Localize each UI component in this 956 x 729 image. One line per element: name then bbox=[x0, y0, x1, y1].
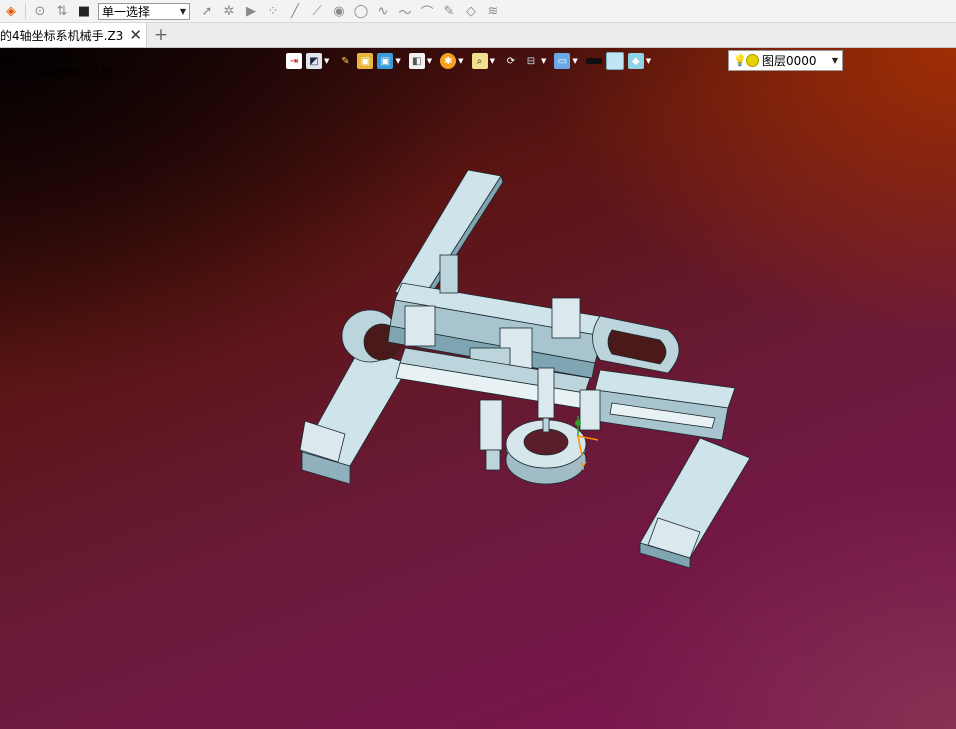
selection-mode-dropdown[interactable]: 单一选择 ▼ bbox=[98, 2, 190, 20]
play-icon[interactable]: ▶ bbox=[242, 2, 260, 20]
point-icon[interactable]: ⁘ bbox=[264, 2, 282, 20]
material-icon[interactable]: ◆ bbox=[627, 53, 644, 69]
hint-line-2: ·按鼠标中键继续显示。 bbox=[0, 66, 124, 80]
select-filter-icon[interactable]: ⊙ bbox=[31, 2, 49, 20]
layers-icon[interactable]: ≋ bbox=[484, 2, 502, 20]
color-light-icon[interactable] bbox=[605, 52, 624, 70]
draw-icon[interactable]: ✎ bbox=[440, 2, 458, 20]
app-logo-icon[interactable]: ◈ bbox=[2, 2, 20, 20]
pointer-icon[interactable]: ➚ bbox=[198, 2, 216, 20]
arc-icon[interactable]: ⌒ bbox=[418, 2, 436, 21]
robot-arm-model[interactable]: Y bbox=[0, 48, 956, 729]
surface-icon[interactable]: ◇ bbox=[462, 2, 480, 20]
3d-viewport[interactable]: Y bbox=[0, 48, 956, 729]
pencil-icon[interactable]: ✎ bbox=[337, 53, 353, 69]
hint-line-1: 重新定位功能 bbox=[0, 52, 73, 66]
sphere-icon[interactable]: ✱ bbox=[440, 53, 457, 69]
toolbar-separator bbox=[25, 3, 26, 19]
chevron-down-icon[interactable]: ▼ bbox=[541, 57, 546, 65]
view-toolbar: ⇥ ◩ ▼ ✎ ▣ ▣ ▼ ◧ ▼ ✱ ▼ ⌕ ▼ ⟳ ⊟ ▼ ▭ ▼ ◆ ▼ bbox=[284, 50, 657, 72]
display-icon[interactable]: ▭ bbox=[554, 53, 571, 69]
layer-color-icon bbox=[746, 54, 759, 67]
chevron-down-icon[interactable]: ▼ bbox=[490, 57, 495, 65]
selection-mode-value: 单一选择 bbox=[102, 4, 151, 19]
axis-label-y: Y bbox=[579, 460, 587, 473]
chevron-down-icon[interactable]: ▼ bbox=[427, 57, 432, 65]
layer-dropdown[interactable]: 💡 图层0000 ▼ bbox=[728, 50, 843, 71]
main-toolbar: ◈ ⊙ ⇅ ■ 单一选择 ▼ ➚ ✲ ▶ ⁘ ╱ ⟋ ◉ ◯ ∿ 〜 ⌒ ✎ ◇… bbox=[0, 0, 956, 23]
zoom-icon[interactable]: ⌕ bbox=[471, 53, 488, 69]
chevron-down-icon[interactable]: ▼ bbox=[646, 57, 651, 65]
spline-icon[interactable]: 〜 bbox=[396, 2, 414, 21]
shading-icon[interactable]: ◩ bbox=[306, 53, 322, 69]
line-icon[interactable]: ╱ bbox=[286, 2, 304, 20]
curve-icon[interactable]: ∿ bbox=[374, 2, 392, 20]
chevron-down-icon[interactable]: ▼ bbox=[395, 57, 400, 65]
cube-white-icon[interactable]: ◧ bbox=[408, 53, 425, 69]
chevron-down-icon[interactable]: ▼ bbox=[324, 57, 329, 65]
close-tab-icon[interactable]: ✕ bbox=[129, 27, 142, 43]
solid-yellow-icon[interactable]: ▣ bbox=[357, 53, 374, 69]
add-tab-icon[interactable]: + bbox=[152, 25, 170, 45]
chevron-down-icon[interactable]: ▼ bbox=[458, 57, 463, 65]
circle-icon[interactable]: ◯ bbox=[352, 2, 370, 20]
fit-icon[interactable]: ⊟ bbox=[523, 53, 539, 69]
line-point-icon[interactable]: ⟋ bbox=[308, 2, 326, 20]
pick-icon[interactable]: ⇅ bbox=[53, 2, 71, 20]
color-black-icon[interactable] bbox=[585, 58, 602, 64]
gear-pick-icon[interactable]: ✲ bbox=[220, 2, 238, 20]
document-tab[interactable]: 的4轴坐标系机械手.Z3 ✕ bbox=[0, 23, 147, 47]
exit-icon[interactable]: ⇥ bbox=[286, 53, 302, 69]
rotate-icon[interactable]: ⟳ bbox=[503, 53, 519, 69]
stop-icon[interactable]: ■ bbox=[75, 2, 93, 20]
chevron-down-icon[interactable]: ▼ bbox=[572, 57, 577, 65]
status-hint: 重新定位功能 ·按鼠标中键继续显示。 bbox=[0, 52, 124, 80]
chevron-down-icon: ▼ bbox=[831, 56, 838, 65]
document-tab-title: 的4轴坐标系机械手.Z3 bbox=[0, 28, 124, 43]
model-geometry bbox=[299, 169, 751, 569]
circle-center-icon[interactable]: ◉ bbox=[330, 2, 348, 20]
chevron-down-icon: ▼ bbox=[179, 6, 186, 16]
document-tab-bar: 的4轴坐标系机械手.Z3 ✕ + bbox=[0, 23, 956, 48]
solid-blue-icon[interactable]: ▣ bbox=[377, 53, 394, 69]
lightbulb-icon[interactable]: 💡 bbox=[733, 54, 747, 67]
layer-name: 图层0000 bbox=[762, 54, 817, 68]
